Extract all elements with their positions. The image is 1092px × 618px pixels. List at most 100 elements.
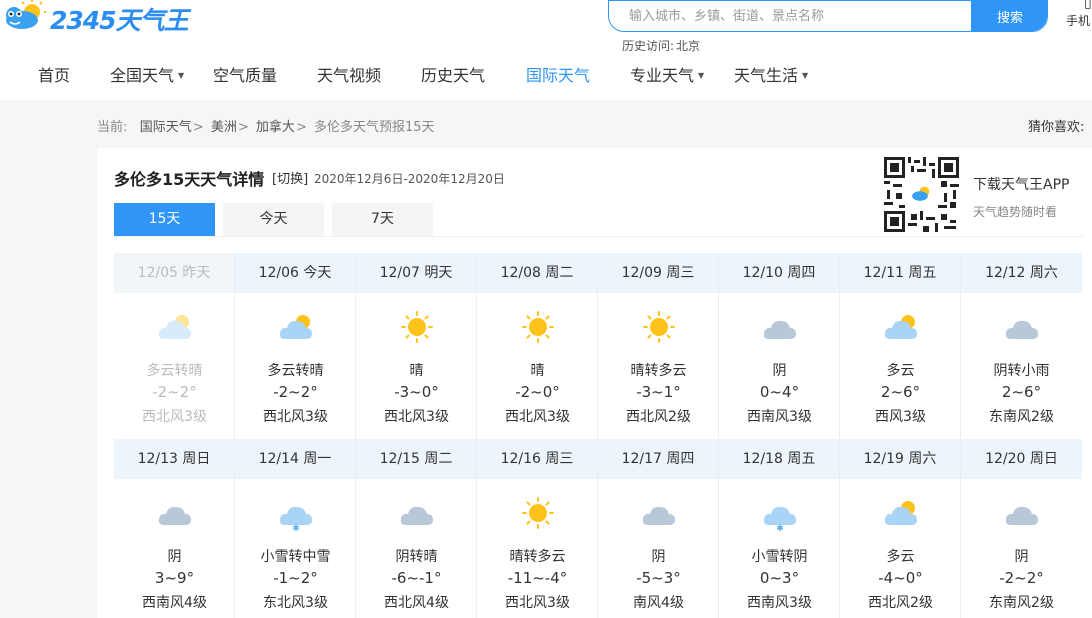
forecast-day[interactable]: 12/09 周三 晴转多云 -3~1° 西北风2级 xyxy=(598,253,719,438)
breadcrumb-america[interactable]: 美洲 xyxy=(211,120,237,135)
cloud-icon xyxy=(640,495,678,531)
forecast-temperature: -2~2° xyxy=(152,383,197,401)
svg-text:✱: ✱ xyxy=(776,524,784,531)
caret-down-icon: ▼ xyxy=(802,71,809,80)
nav-item-0[interactable]: 首页 xyxy=(38,58,70,94)
forecast-temperature: 2~6° xyxy=(880,383,921,401)
forecast-date: 12/20 周日 xyxy=(961,439,1082,479)
forecast-date: 12/19 周六 xyxy=(840,439,960,479)
forecast-condition: 晴转多云 xyxy=(509,549,566,565)
cloud-icon xyxy=(1003,495,1041,531)
nav-item-4[interactable]: 历史天气 xyxy=(421,58,485,94)
forecast-date: 12/09 周三 xyxy=(598,253,718,293)
forecast-condition: 阴 xyxy=(772,363,787,379)
forecast-temperature: -2~2° xyxy=(999,569,1044,587)
nav-item-label: 空气质量 xyxy=(213,66,278,85)
forecast-day[interactable]: 12/06 今天 多云转晴 -2~2° 西北风3级 xyxy=(235,253,356,438)
forecast-day[interactable]: 12/10 周四阴 0~4° 西南风3级 xyxy=(719,253,840,438)
forecast-day[interactable]: 12/05 昨天多云转晴 -2~2° 西北风3级 xyxy=(114,253,235,438)
forecast-date: 12/18 周五 xyxy=(719,439,839,479)
forecast-day[interactable]: 12/17 周四阴 -5~3° 南风4级 xyxy=(598,439,719,618)
forecast-date: 12/17 周四 xyxy=(598,439,718,479)
forecast-day[interactable]: 12/18 周五 ✱ 小雪转阴 0~3° 西南风3级 xyxy=(719,439,840,618)
forecast-day[interactable]: 12/08 周二晴 -2~0° 西北风3级 xyxy=(477,253,598,438)
breadcrumb-current: 多伦多天气预报15天 xyxy=(313,120,435,135)
logo-mascot-icon xyxy=(6,0,46,29)
forecast-day[interactable]: 12/16 周三 晴转多云 -11~-4° 西北风3级 xyxy=(477,439,598,618)
forecast-condition: 小雪转阴 xyxy=(751,549,808,565)
forecast-condition: 阴 xyxy=(167,549,182,565)
tab-15-days[interactable]: 15天 xyxy=(114,203,215,236)
mobile-link[interactable]: ▯ 手机 xyxy=(1066,0,1092,30)
forecast-wind: 西南风3级 xyxy=(747,595,812,611)
cloud-icon xyxy=(1003,309,1041,345)
forecast-wind: 西南风3级 xyxy=(747,409,812,425)
tab-today[interactable]: 今天 xyxy=(223,203,324,236)
forecast-day[interactable]: 12/14 周一 ✱ 小雪转中雪 -1~2° 东北风3级 xyxy=(235,439,356,618)
partly-cloudy-icon xyxy=(277,309,315,345)
page-title: 多伦多15天天气详情 xyxy=(114,170,265,189)
nav-item-5[interactable]: 国际天气 xyxy=(526,58,590,94)
forecast-card: 多伦多15天天气详情 [切换] 2020年12月6日-2020年12月20日 1… xyxy=(97,148,1092,618)
caret-down-icon: ▼ xyxy=(698,71,705,80)
site-header: 2345天气王 搜索 历史访问:北京 ▯ 手机 首页全国天气▼空气质量天气视频历… xyxy=(0,0,1092,100)
forecast-condition: 多云转晴 xyxy=(267,363,324,379)
recommendations-label: 猜你喜欢: xyxy=(1028,120,1085,135)
forecast-condition: 晴 xyxy=(409,363,424,379)
forecast-temperature: -3~1° xyxy=(636,383,681,401)
logo-text: 2345天气王 xyxy=(50,6,189,35)
breadcrumb-prefix: 当前: xyxy=(97,120,128,135)
forecast-day[interactable]: 12/15 周二 阴转晴 -6~-1° 西北风4级 xyxy=(356,439,477,618)
cloud-icon xyxy=(398,495,436,531)
forecast-day[interactable]: 12/20 周日阴 -2~2° 东南风2级 xyxy=(961,439,1082,618)
forecast-temperature: -5~3° xyxy=(636,569,681,587)
partly-cloudy-icon xyxy=(156,309,194,345)
forecast-temperature: 3~9° xyxy=(154,569,195,587)
forecast-wind: 东南风2级 xyxy=(989,595,1054,611)
date-range: 2020年12月6日-2020年12月20日 xyxy=(314,172,505,186)
tab-7-days[interactable]: 7天 xyxy=(332,203,433,236)
forecast-temperature: 0~3° xyxy=(759,569,800,587)
search-input[interactable] xyxy=(609,1,971,31)
forecast-date: 12/13 周日 xyxy=(114,439,234,479)
nav-item-6[interactable]: 专业天气 ▼ xyxy=(630,58,704,94)
forecast-row-1: 12/05 昨天 多云转晴 -2~2° 西北风3级 12/06 今天 多云转晴 -2~2° 西… xyxy=(114,253,1084,438)
forecast-date: 12/05 昨天 xyxy=(114,253,234,293)
download-app-subtitle: 天气趋势随时看 xyxy=(973,205,1058,219)
mobile-label: 手机 xyxy=(1066,14,1091,28)
nav-item-2[interactable]: 空气质量 xyxy=(213,58,277,94)
forecast-day[interactable]: 12/19 周六 多云 -4~0° 西北风2级 xyxy=(840,439,961,618)
breadcrumb-canada[interactable]: 加拿大 xyxy=(256,120,295,135)
search-button[interactable]: 搜索 xyxy=(971,1,1047,31)
nav-item-label: 国际天气 xyxy=(526,66,591,85)
nav-item-1[interactable]: 全国天气 ▼ xyxy=(110,58,184,94)
breadcrumb-international[interactable]: 国际天气 xyxy=(140,120,192,135)
forecast-wind: 东北风3级 xyxy=(263,595,328,611)
forecast-day[interactable]: 12/13 周日阴 3~9° 西南风4级 xyxy=(114,439,235,618)
forecast-day[interactable]: 12/12 周六 阴转小雨 2~6° 东南风2级 xyxy=(961,253,1082,438)
forecast-date: 12/11 周五 xyxy=(840,253,960,293)
snow-icon: ✱ xyxy=(761,495,799,534)
nav-item-label: 天气生活 xyxy=(734,66,799,85)
nav-item-label: 全国天气 xyxy=(110,66,175,85)
history-label: 历史访问: xyxy=(622,39,675,53)
divider xyxy=(114,236,1084,237)
forecast-condition: 多云转晴 xyxy=(146,363,203,379)
site-logo[interactable]: 2345天气王 xyxy=(0,0,200,35)
download-app-title[interactable]: 下载天气王APP xyxy=(973,174,1069,194)
forecast-wind: 西风3级 xyxy=(875,409,926,425)
forecast-temperature: -2~0° xyxy=(515,383,560,401)
forecast-day[interactable]: 12/07 明天晴 -3~0° 西北风3级 xyxy=(356,253,477,438)
forecast-date: 12/12 周六 xyxy=(961,253,1082,293)
forecast-wind: 西北风3级 xyxy=(142,409,207,425)
switch-city-link[interactable]: [切换] xyxy=(272,168,308,187)
forecast-date: 12/16 周三 xyxy=(477,439,597,479)
history-visits: 历史访问: 北京 xyxy=(622,37,700,54)
forecast-day[interactable]: 12/11 周五 多云 2~6° 西风3级 xyxy=(840,253,961,438)
history-city-link[interactable]: 北京 xyxy=(676,39,700,53)
forecast-wind: 西北风3级 xyxy=(263,409,328,425)
nav-item-7[interactable]: 天气生活 ▼ xyxy=(734,58,808,94)
breadcrumb-separator: > xyxy=(192,120,204,135)
nav-item-3[interactable]: 天气视频 xyxy=(317,58,381,94)
sun-icon xyxy=(519,309,557,345)
